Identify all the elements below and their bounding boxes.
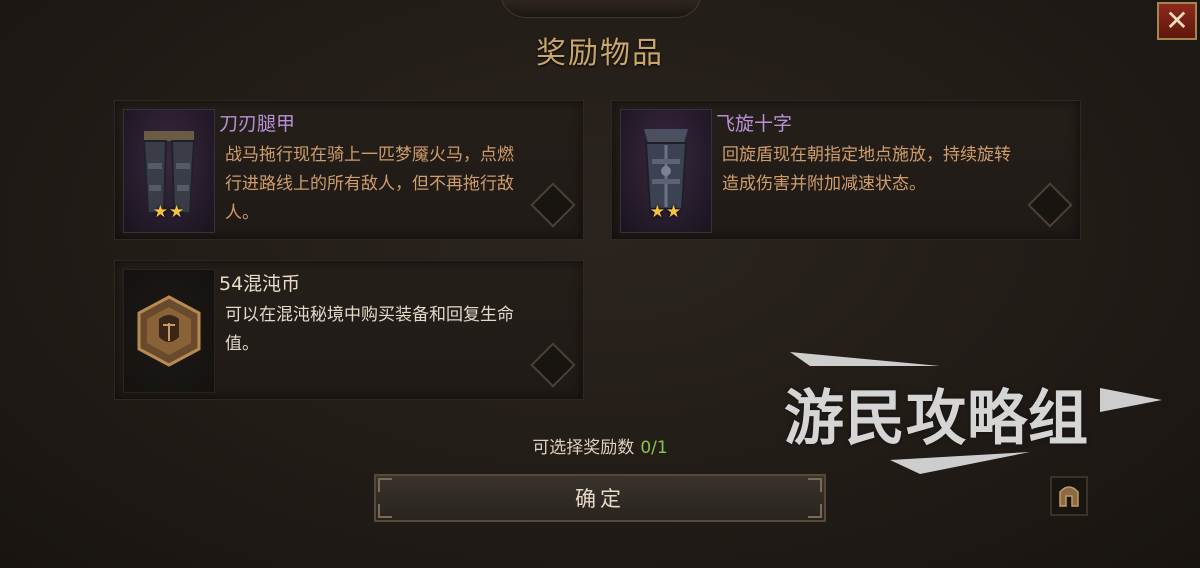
select-diamond-icon[interactable] [1027,182,1073,228]
select-diamond-icon[interactable] [530,182,576,228]
select-diamond-icon[interactable] [530,342,576,388]
corner-ornament [378,478,392,492]
leg-armor-icon: ★★ [123,109,215,233]
reward-card-blade-greaves[interactable]: ★★ 刀刃腿甲 战马拖行现在骑上一匹梦魇火马，点燃行进路线上的所有敌人，但不再拖… [114,100,584,240]
watermark-arrow-icon [790,352,1162,474]
top-ornament [500,0,702,18]
rarity-stars: ★★ [152,202,186,222]
reward-name: 54混沌币 [219,273,301,295]
watermark: 游民攻略组 [770,348,1170,478]
confirm-button[interactable]: 确定 [374,474,826,522]
chaos-coin-icon [123,269,215,393]
reward-dialog: 奖励物品 ✕ ★★ 刀刃腿甲 战马拖行现在骑上一匹梦魇火马，点燃行进路线上的所有… [0,0,1200,568]
corner-ornament [808,478,822,492]
rarity-stars: ★★ [649,202,683,222]
reward-description: 可以在混沌秘境中购买装备和回复生命值。 [225,305,514,354]
reward-description: 回旋盾现在朝指定地点施放，持续旋转造成伤害并附加减速状态。 [722,145,1011,194]
selection-count: 可选择奖励数 0/1 [0,433,1200,458]
reward-name: 刀刃腿甲 [219,113,296,135]
close-icon: ✕ [1165,4,1189,37]
dialog-title: 奖励物品 [536,36,664,71]
reward-name: 飞旋十字 [716,113,793,135]
helmet-icon [1059,486,1079,507]
chest-armor-icon: ★★ [620,109,712,233]
reward-card-chaos-coin[interactable]: 54混沌币 可以在混沌秘境中购买装备和回复生命值。 [114,260,584,400]
confirm-button-label: 确定 [575,487,625,511]
selection-count-value: 0/1 [640,438,668,458]
reward-card-flying-cross[interactable]: ★★ 飞旋十字 回旋盾现在朝指定地点施放，持续旋转造成伤害并附加减速状态。 [611,100,1081,240]
selection-count-label: 可选择奖励数 [532,438,635,458]
helmet-button[interactable] [1050,476,1088,516]
corner-ornament [808,504,822,518]
reward-description: 战马拖行现在骑上一匹梦魇火马，点燃行进路线上的所有敌人，但不再拖行敌人。 [225,145,514,223]
corner-ornament [378,504,392,518]
close-button[interactable]: ✕ [1157,2,1197,40]
